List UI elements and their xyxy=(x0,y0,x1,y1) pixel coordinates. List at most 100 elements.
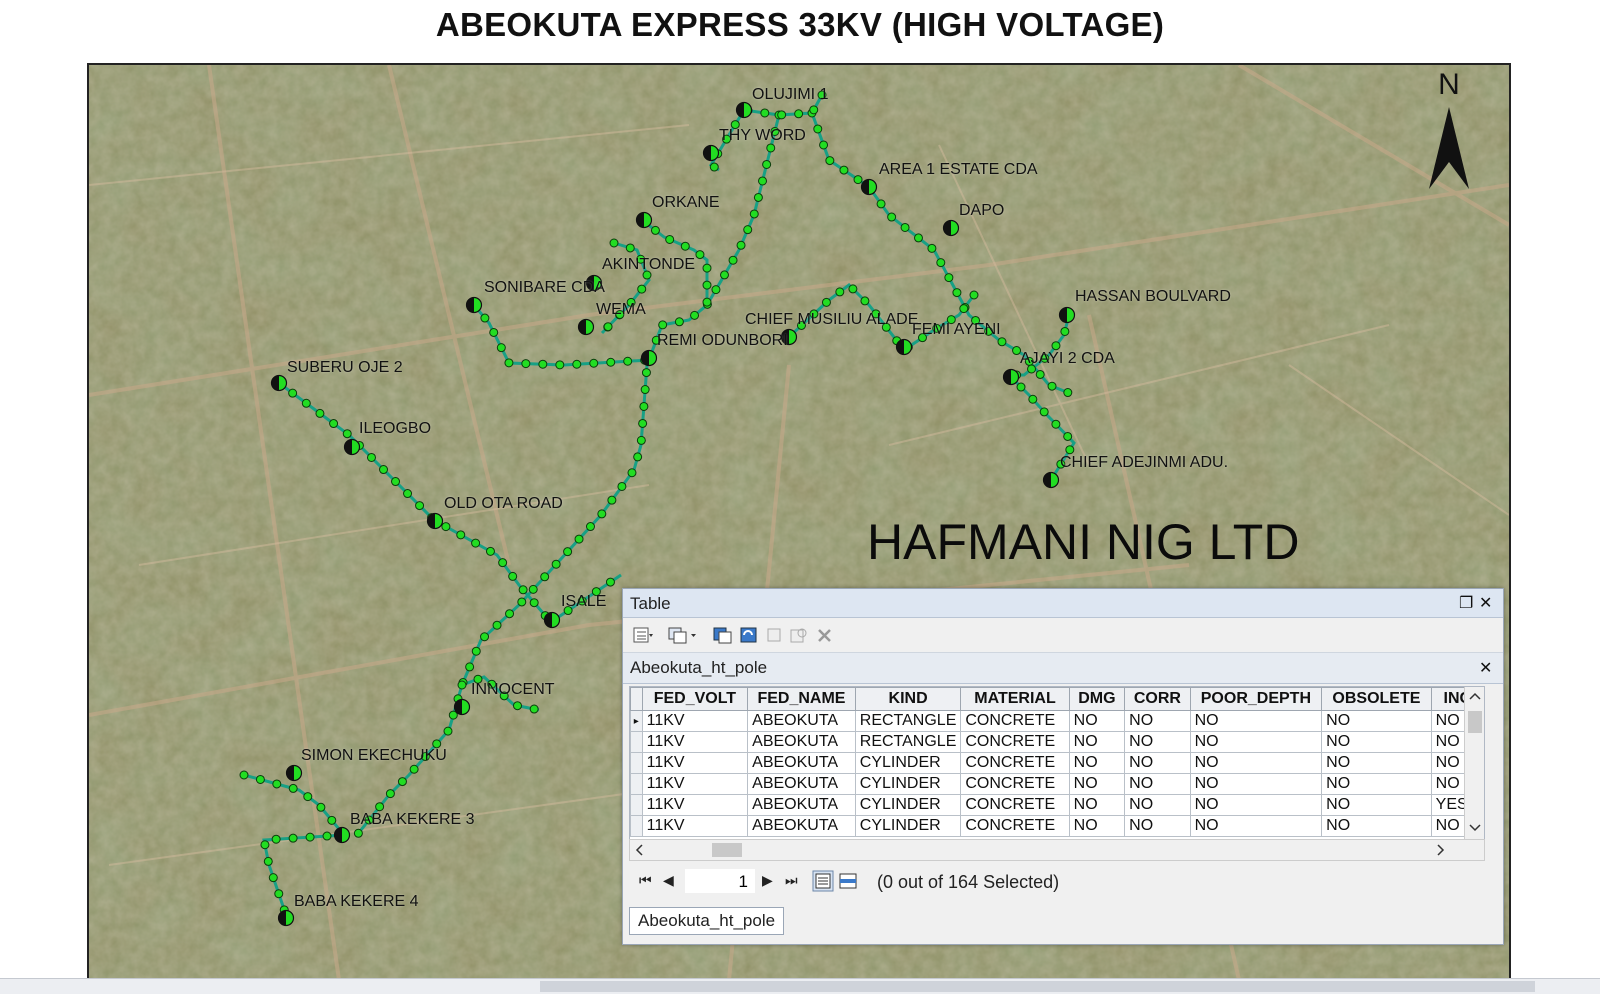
delete-selected-icon[interactable] xyxy=(815,626,835,644)
label-baba-kekere-3: BABA KEKERE 3 xyxy=(350,811,475,828)
pole-point xyxy=(690,310,700,320)
pole-point xyxy=(496,343,506,353)
switch-selection-icon[interactable] xyxy=(739,626,759,644)
table-row[interactable]: ▸ 11KV ABEOKUTA RECTANGLE CONCRETE NO NO NO NO NO xyxy=(630,710,1484,732)
pole-point xyxy=(952,288,962,298)
pole-point xyxy=(589,358,599,368)
previous-record-icon[interactable]: ◀ xyxy=(663,872,674,889)
column-header-material[interactable]: MATERIAL xyxy=(960,687,1070,711)
close-layer-tab-icon[interactable]: ✕ xyxy=(1479,658,1492,678)
pole-point xyxy=(342,429,352,439)
pole-point xyxy=(353,828,363,838)
pole-point xyxy=(274,889,284,899)
attribute-table-window[interactable]: Table ❐ ✕ Abeokuta_ht_pole ✕ FED_VOLT FED… xyxy=(622,588,1504,945)
pole-point xyxy=(1051,341,1061,351)
table-options-icon[interactable] xyxy=(633,626,653,644)
current-record-field[interactable]: 1 xyxy=(685,869,755,893)
next-record-icon[interactable]: ▶ xyxy=(762,872,773,889)
table-cell: CYLINDER xyxy=(854,815,962,837)
first-record-icon[interactable]: ⏮ xyxy=(639,872,652,889)
pole-point xyxy=(508,571,518,581)
table-row[interactable]: 11KV ABEOKUTA CYLINDER CONCRETE NO NO NO NO YES xyxy=(630,794,1484,816)
table-cell: NO xyxy=(1068,752,1126,774)
label-orkane: ORKANE xyxy=(652,194,720,211)
related-tables-icon[interactable] xyxy=(667,626,697,644)
select-by-attributes-icon[interactable] xyxy=(713,626,733,644)
selection-status: (0 out of 164 Selected) xyxy=(877,872,1060,892)
pole-point xyxy=(443,726,453,736)
row-selector[interactable] xyxy=(630,794,643,816)
pole-point xyxy=(492,620,502,630)
pole-point xyxy=(848,284,858,294)
table-cell: RECTANGLE xyxy=(854,731,962,753)
layer-tab-header[interactable]: Abeokuta_ht_pole ✕ xyxy=(623,653,1503,684)
pole-point xyxy=(480,313,490,323)
last-record-icon[interactable]: ⏭ xyxy=(785,872,798,889)
pole-point xyxy=(728,255,738,265)
pole-point xyxy=(607,495,617,505)
pole-point xyxy=(821,297,831,307)
label-wema: WEMA xyxy=(596,301,646,318)
row-selector[interactable] xyxy=(630,773,643,795)
pole-point xyxy=(762,159,772,169)
attribute-grid[interactable]: FED_VOLT FED_NAME KIND MATERIAL DMG CORR POOR_… xyxy=(629,686,1485,840)
substation-marker xyxy=(453,698,471,716)
table-cell: NO xyxy=(1068,710,1126,732)
horizontal-scrollbar[interactable] xyxy=(629,839,1485,861)
pole-point xyxy=(603,322,613,332)
close-window-icon[interactable]: ✕ xyxy=(1479,593,1492,613)
pole-point xyxy=(609,238,619,248)
pole-point xyxy=(936,258,946,268)
pole-point xyxy=(471,538,481,548)
table-cell: NO xyxy=(1068,794,1126,816)
pole-point xyxy=(441,522,451,532)
restore-window-icon[interactable]: ❐ xyxy=(1459,593,1473,613)
row-selector[interactable]: ▸ xyxy=(630,710,643,732)
column-header-kind[interactable]: KIND xyxy=(854,687,962,711)
column-header-dmg[interactable]: DMG xyxy=(1068,687,1126,711)
label-thy-word: THY WORD xyxy=(719,127,806,144)
bottom-layer-tab[interactable]: Abeokuta_ht_pole xyxy=(629,907,785,935)
pole-point xyxy=(658,320,668,330)
pole-point xyxy=(271,834,281,844)
table-cell: CONCRETE xyxy=(960,773,1070,795)
table-row[interactable]: 11KV ABEOKUTA CYLINDER CONCRETE NO NO NO NO NO xyxy=(630,773,1484,795)
show-selected-records-icon[interactable] xyxy=(837,870,859,892)
row-selector-header[interactable] xyxy=(630,687,643,711)
column-header-poor-depth[interactable]: POOR_DEPTH xyxy=(1189,687,1323,711)
row-selector[interactable] xyxy=(630,731,643,753)
row-selector[interactable] xyxy=(630,815,643,837)
pole-point xyxy=(1039,407,1049,417)
row-selector[interactable] xyxy=(630,752,643,774)
column-header-corr[interactable]: CORR xyxy=(1124,687,1191,711)
vertical-scrollbar[interactable] xyxy=(1464,687,1484,839)
table-row[interactable]: 11KV ABEOKUTA RECTANGLE CONCRETE NO NO NO NO NO xyxy=(630,731,1484,753)
table-cell: NO xyxy=(1189,752,1323,774)
pole-point xyxy=(480,632,490,642)
show-all-records-icon[interactable] xyxy=(812,870,834,892)
status-scroll-thumb[interactable] xyxy=(540,981,1535,992)
column-header-fed-name[interactable]: FED_NAME xyxy=(747,687,856,711)
pole-point xyxy=(529,598,539,608)
scroll-down-icon xyxy=(1469,824,1481,832)
substation-marker xyxy=(270,374,288,392)
table-cell: NO xyxy=(1321,710,1432,732)
substation-marker xyxy=(543,611,561,629)
pole-point xyxy=(415,501,425,511)
zoom-to-selected-icon[interactable] xyxy=(789,626,809,644)
pole-point xyxy=(263,856,273,866)
substation-marker xyxy=(640,349,658,367)
table-window-titlebar[interactable]: Table ❐ ✕ xyxy=(623,589,1503,618)
label-hassan-boulvard: HASSAN BOULVARD xyxy=(1075,288,1231,305)
pole-point xyxy=(375,802,385,812)
table-row[interactable]: 11KV ABEOKUTA CYLINDER CONCRETE NO NO NO NO NO xyxy=(630,752,1484,774)
pole-point xyxy=(633,452,643,462)
column-header-obsolete[interactable]: OBSOLETE xyxy=(1321,687,1432,711)
table-row[interactable]: 11KV ABEOKUTA CYLINDER CONCRETE NO NO NO NO NO xyxy=(630,815,1484,837)
pole-point xyxy=(512,701,522,711)
column-header-fed-volt[interactable]: FED_VOLT xyxy=(641,687,749,711)
clear-selection-icon[interactable] xyxy=(765,626,785,644)
pole-point xyxy=(640,385,650,395)
table-cell: NO xyxy=(1189,731,1323,753)
label-dapo: DAPO xyxy=(959,202,1005,219)
